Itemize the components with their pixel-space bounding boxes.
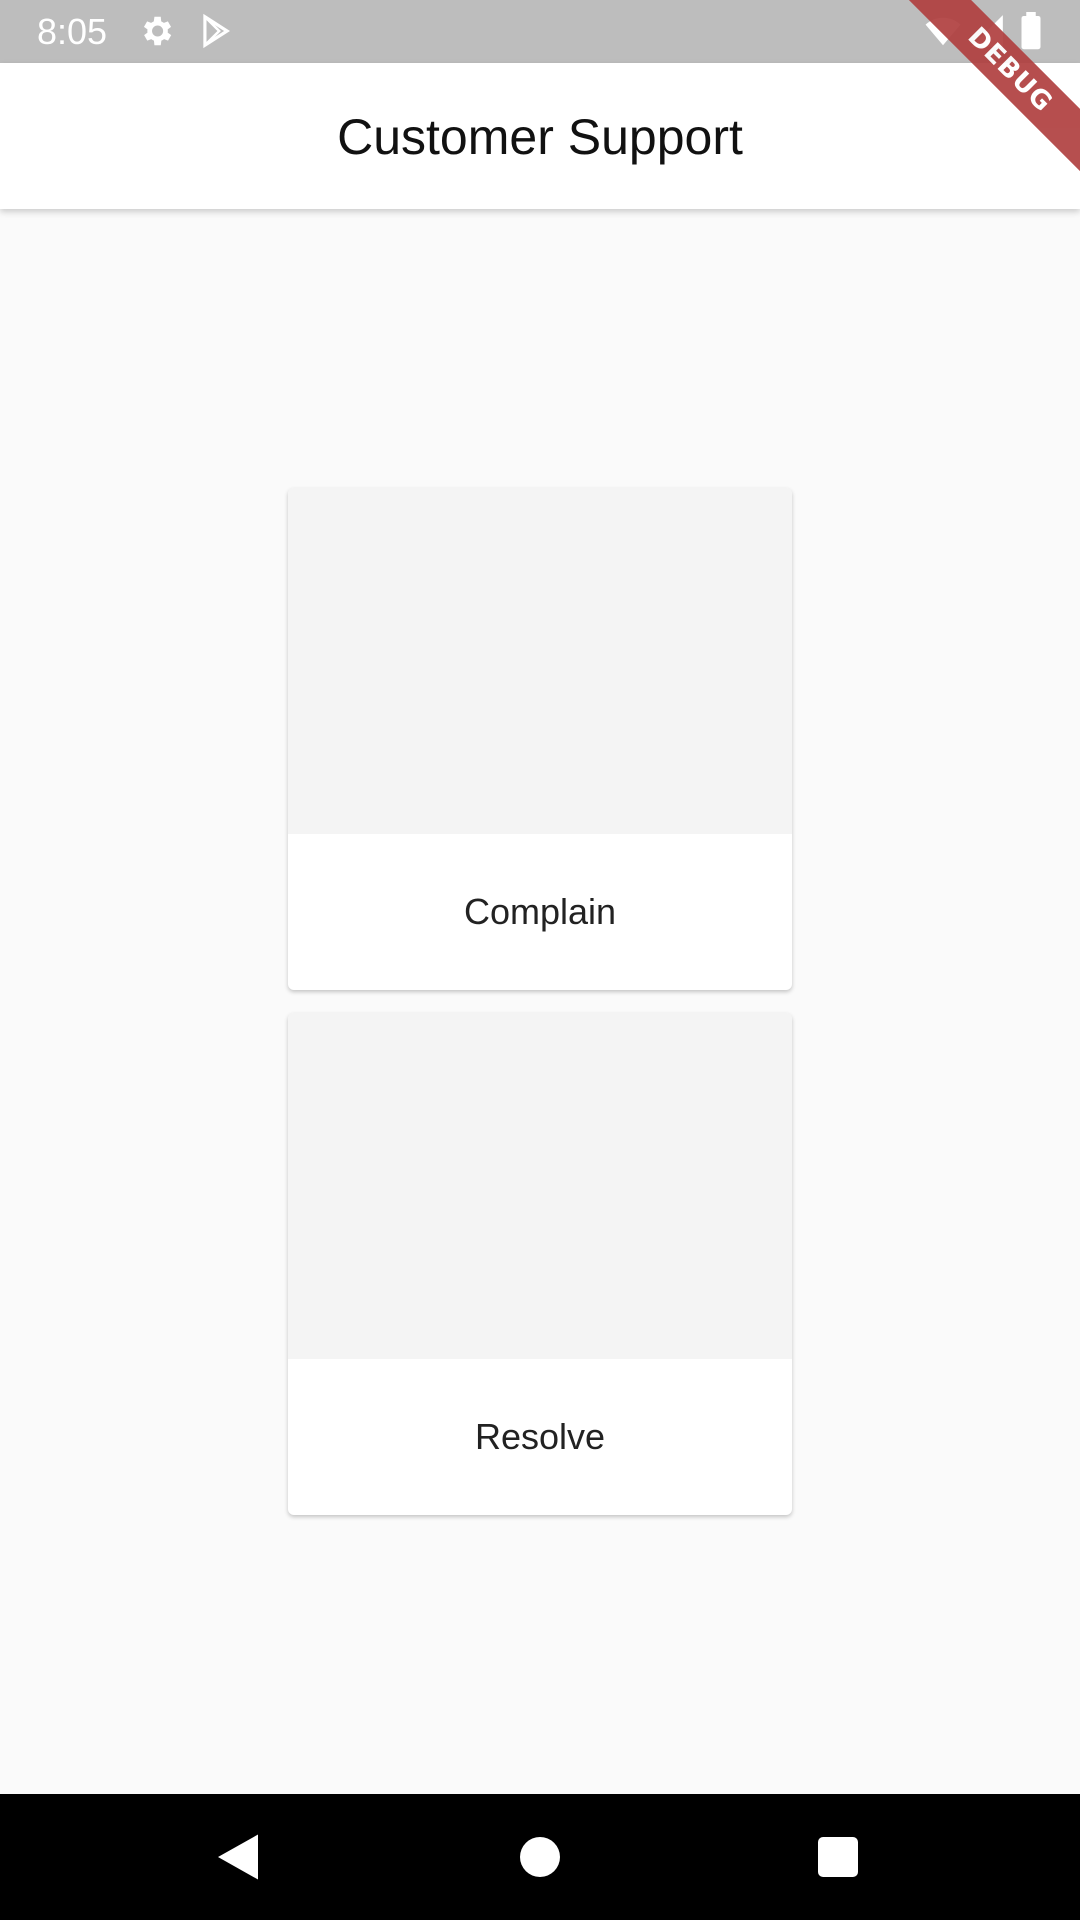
recents-icon[interactable] xyxy=(808,1827,868,1887)
card-label: Complain xyxy=(463,891,617,932)
page-title: Customer Support xyxy=(337,109,743,165)
card-image-placeholder xyxy=(288,488,792,834)
navigation-bar xyxy=(0,1794,1080,1920)
settings-icon xyxy=(137,12,175,50)
card-label: Resolve xyxy=(474,1416,606,1457)
status-time: 8:05 xyxy=(37,11,108,52)
resolve-card[interactable]: Resolve xyxy=(288,1013,792,1515)
complain-card[interactable]: Complain xyxy=(288,488,792,990)
home-icon[interactable] xyxy=(510,1827,570,1887)
battery-icon xyxy=(1016,12,1046,50)
play-store-icon xyxy=(197,12,235,50)
back-icon[interactable] xyxy=(208,1827,268,1887)
card-image-placeholder xyxy=(288,1013,792,1359)
app-bar: Customer Support xyxy=(0,63,1080,209)
